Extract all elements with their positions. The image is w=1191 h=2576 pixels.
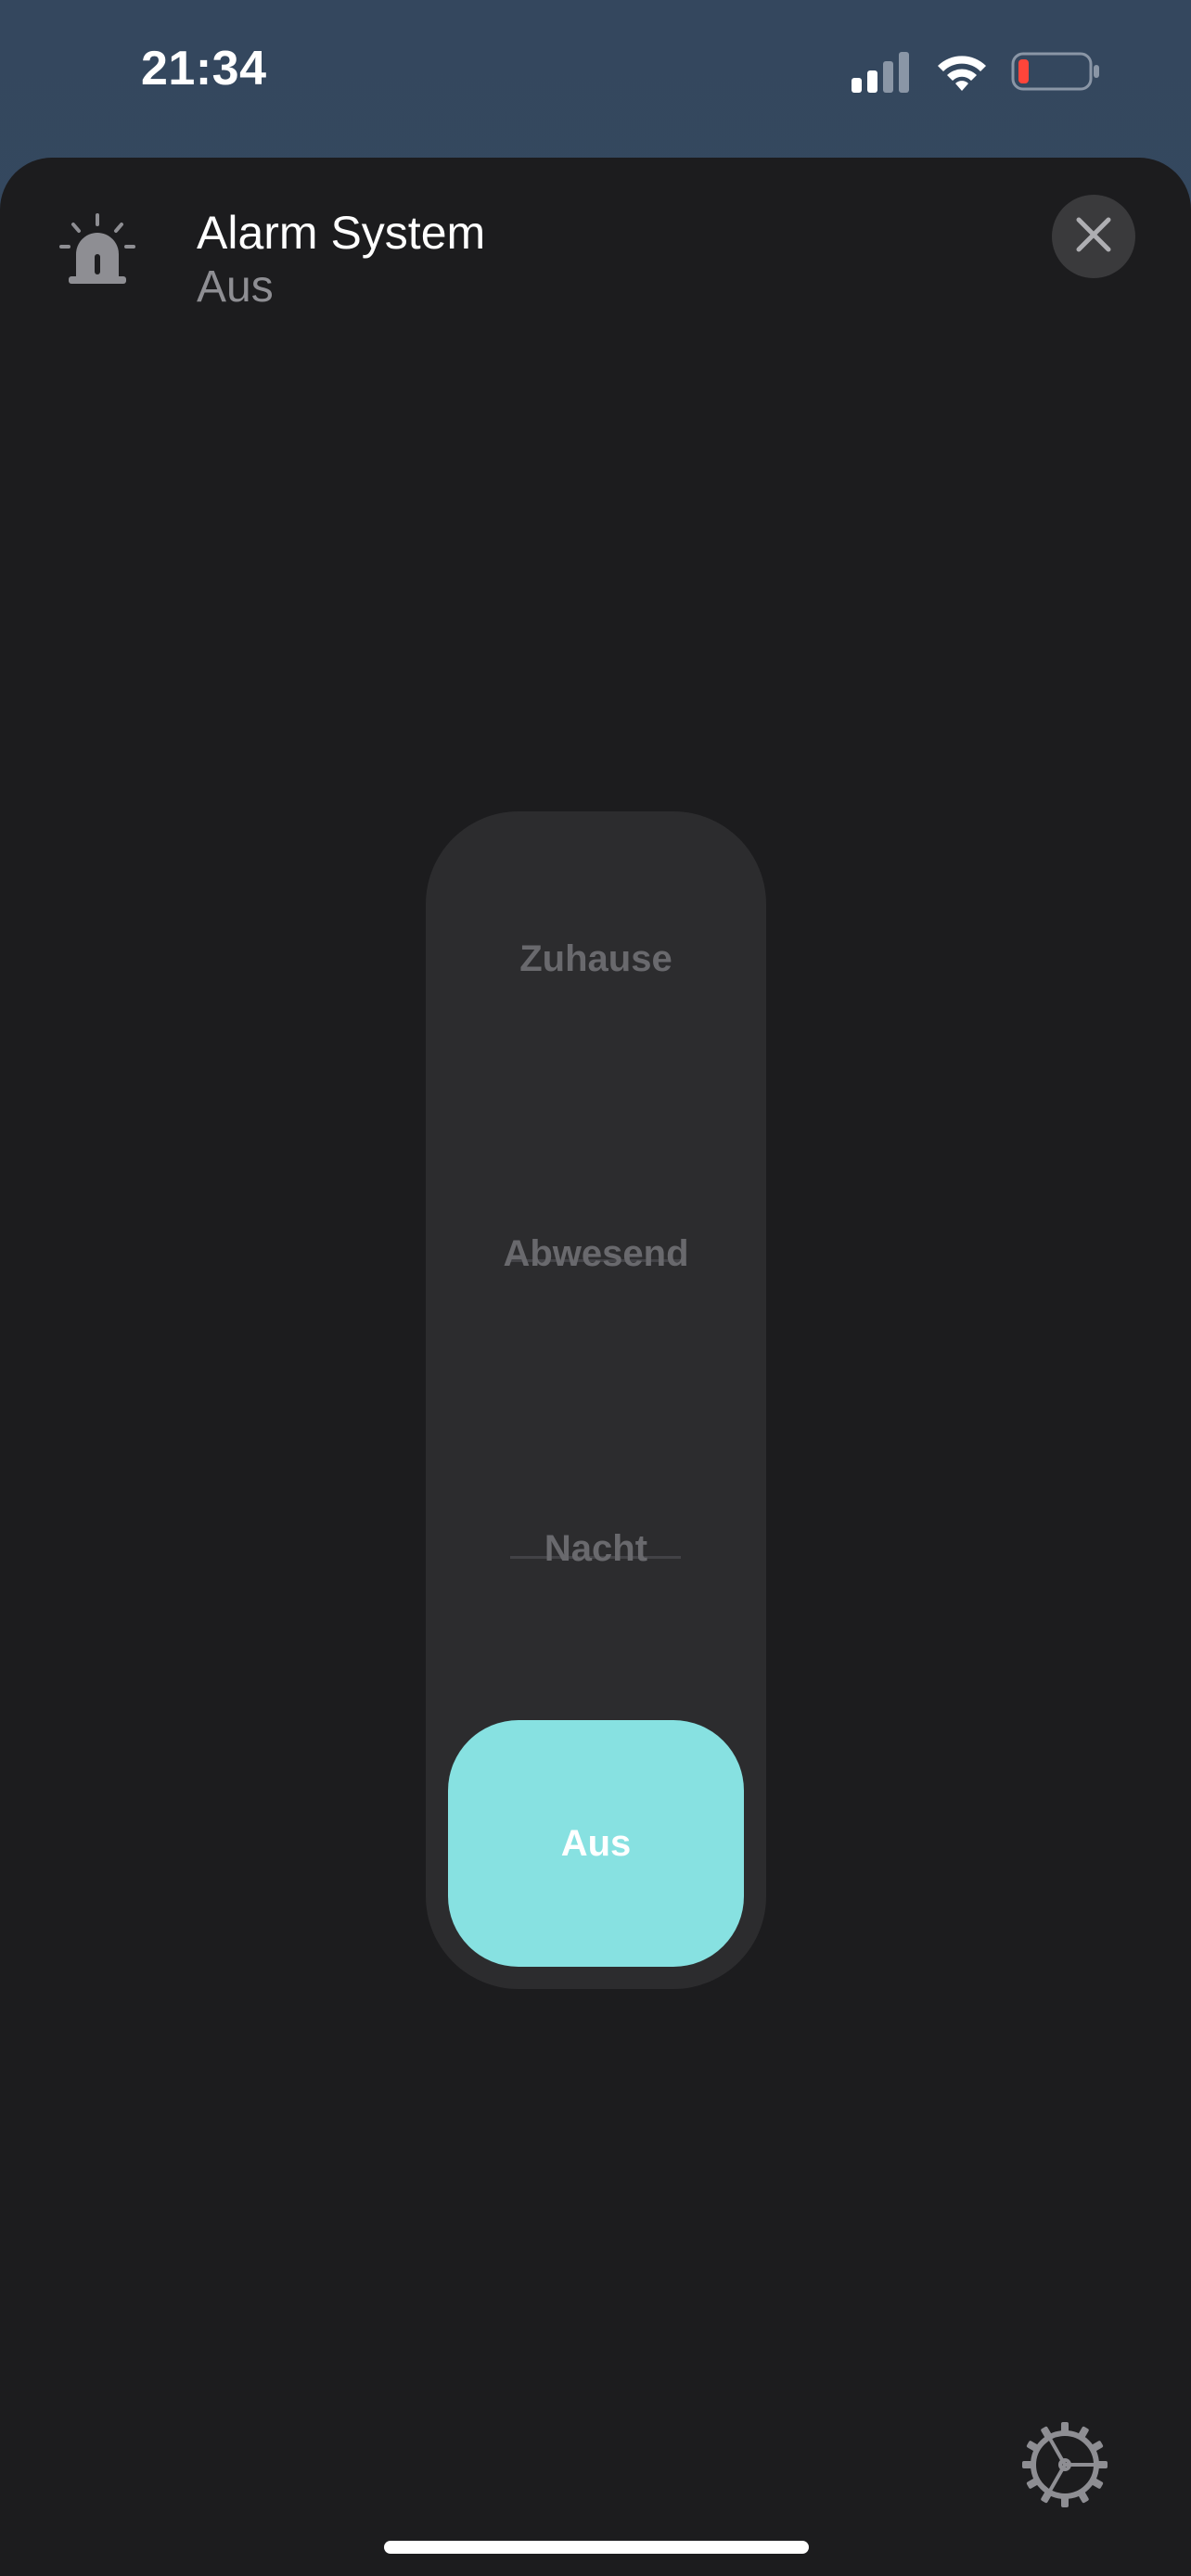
- cellular-signal-icon: [850, 50, 913, 93]
- home-indicator[interactable]: [384, 2541, 809, 2554]
- wifi-icon: [933, 50, 991, 93]
- close-icon: [1075, 216, 1112, 258]
- status-bar: 21:34: [0, 0, 1191, 148]
- mode-option-zuhause[interactable]: Zuhause: [426, 811, 766, 1106]
- settings-button[interactable]: [1020, 2420, 1109, 2509]
- status-time: 21:34: [141, 42, 267, 96]
- alarm-siren-icon: [56, 211, 139, 295]
- battery-low-icon: [1011, 50, 1102, 93]
- alarm-mode-selector: Zuhause Abwesend Nacht Aus: [426, 811, 766, 1989]
- close-button[interactable]: [1052, 195, 1135, 278]
- status-icons: [850, 48, 1102, 95]
- gear-icon: [1020, 2422, 1109, 2513]
- mode-option-abwesend[interactable]: Abwesend: [426, 1106, 766, 1401]
- screen: 21:34 Alarm System Aus Zuhause Abwesend …: [0, 0, 1191, 2576]
- mode-option-nacht[interactable]: Nacht: [426, 1401, 766, 1696]
- alarm-state-subtitle: Aus: [197, 262, 274, 312]
- mode-option-aus-selected[interactable]: Aus: [448, 1720, 744, 1967]
- alarm-sheet: Alarm System Aus Zuhause Abwesend Nacht …: [0, 158, 1191, 2576]
- page-title: Alarm System: [197, 207, 486, 259]
